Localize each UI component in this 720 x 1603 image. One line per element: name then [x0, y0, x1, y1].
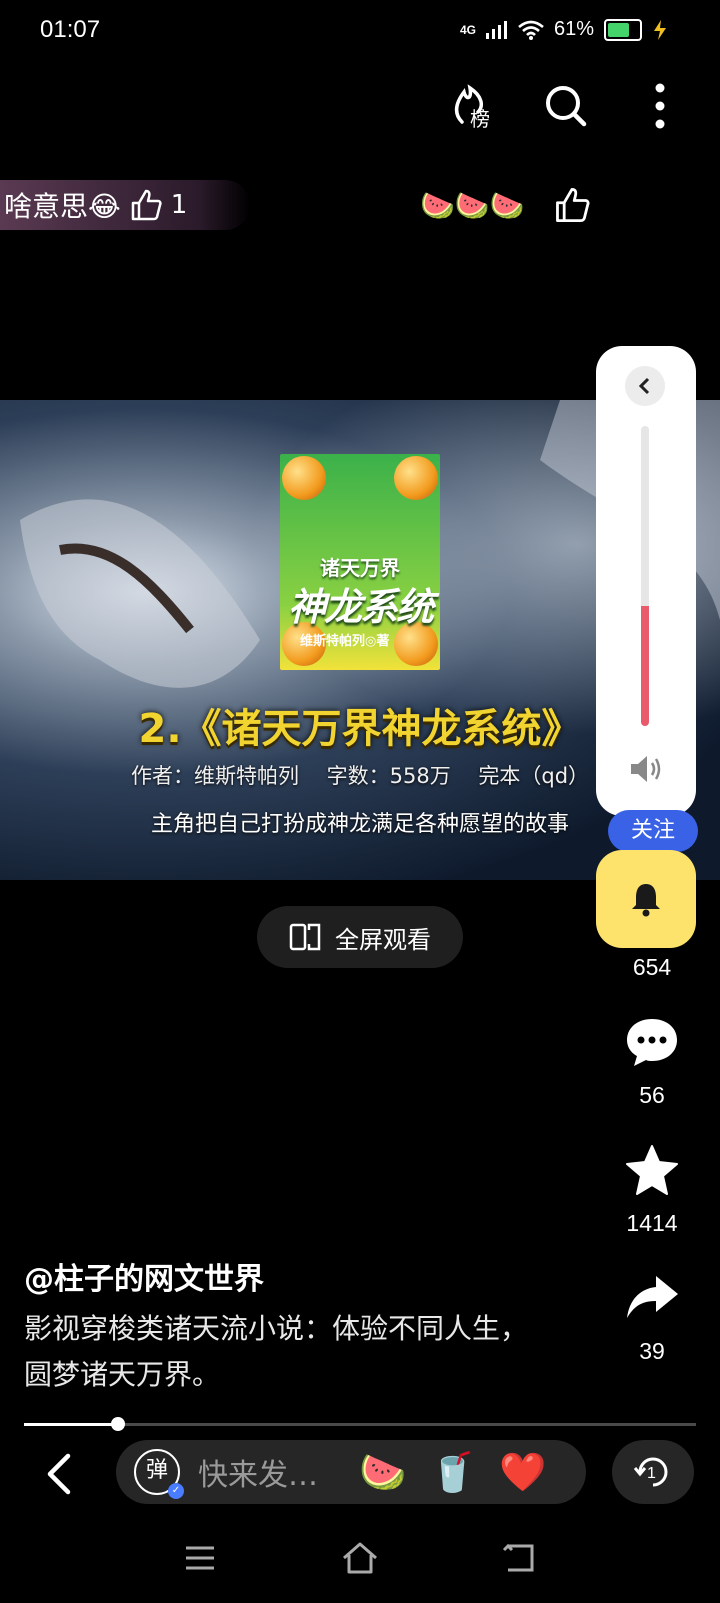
status-icons: 4G 61%	[460, 18, 668, 41]
thumbs-up-icon[interactable]	[129, 188, 163, 222]
book-cover: 诸天万界 神龙系统 维斯特帕列◎著	[280, 454, 440, 670]
favorite-button[interactable]	[624, 1144, 680, 1196]
replay-icon: 1	[633, 1457, 668, 1487]
comment-button[interactable]	[624, 1016, 680, 1068]
back-button[interactable]	[42, 1452, 78, 1496]
emoji-heart-button[interactable]: ❤️	[488, 1450, 558, 1495]
danmaku-toggle-label: 弹	[145, 1458, 168, 1483]
comment-input[interactable]: 快来发…	[198, 1450, 348, 1494]
replay-button[interactable]: 1	[612, 1440, 694, 1504]
favorite-count: 1414	[626, 1210, 678, 1236]
progress-fill	[24, 1423, 119, 1426]
share-button[interactable]	[624, 1272, 680, 1324]
fullscreen-button[interactable]: 全屏观看	[257, 906, 463, 968]
volume-collapse-button[interactable]	[625, 366, 665, 406]
fullscreen-label: 全屏观看	[335, 925, 431, 954]
follow-button[interactable]: 关注	[608, 810, 698, 852]
back-nav-button[interactable]	[500, 1538, 540, 1578]
signal-icon	[485, 20, 507, 39]
ranking-button[interactable]: 榜	[448, 82, 496, 131]
danmaku-text: 啥意思😂	[4, 190, 121, 223]
star-icon	[626, 1145, 678, 1195]
back-nav-icon	[502, 1543, 534, 1572]
more-icon	[655, 83, 665, 129]
bell-icon	[632, 884, 660, 917]
speaker-icon[interactable]	[625, 752, 665, 786]
back-icon	[47, 1453, 71, 1495]
progress-handle[interactable]	[111, 1417, 126, 1431]
more-button[interactable]	[636, 82, 684, 130]
cover-author: 维斯特帕列◎著	[300, 634, 390, 649]
wifi-icon	[518, 20, 544, 40]
share-icon	[627, 1276, 678, 1318]
emoji-drink-button[interactable]: 🥤	[418, 1450, 488, 1495]
ranking-label: 榜	[470, 107, 490, 130]
comment-icon	[627, 1019, 677, 1066]
reaction-emojis: 🍉🍉🍉	[420, 188, 525, 222]
emoji-watermelon-button[interactable]: 🍉	[348, 1450, 418, 1495]
home-nav-button[interactable]	[340, 1538, 380, 1578]
share-count: 39	[639, 1338, 665, 1364]
thumbs-up-icon[interactable]	[553, 186, 591, 224]
status-time: 01:07	[40, 16, 101, 43]
battery-icon	[604, 18, 642, 41]
search-button[interactable]	[542, 82, 590, 130]
search-icon	[546, 86, 587, 127]
dragonball-icon	[282, 456, 326, 500]
comment-count: 56	[639, 1082, 665, 1108]
comment-input-bar[interactable]: 弹 ✓ 快来发… 🍉 🥤 ❤️	[116, 1440, 586, 1504]
menu-icon	[186, 1546, 214, 1570]
chevron-left-icon	[638, 377, 650, 395]
danmaku-like-count: 1	[170, 190, 188, 220]
battery-percent: 61%	[553, 18, 594, 40]
like-count: 654	[632, 954, 672, 980]
danmaku-toggle[interactable]: 弹 ✓	[134, 1449, 184, 1499]
notify-button[interactable]	[596, 850, 696, 948]
home-icon	[343, 1542, 377, 1574]
dragonball-icon	[394, 456, 438, 500]
volume-level	[641, 606, 649, 726]
fullscreen-icon	[289, 923, 321, 951]
post-description: 影视穿梭类诸天流小说：体验不同人生，圆梦诸天万界。	[24, 1312, 529, 1391]
danmaku-bubble[interactable]: 啥意思😂 1	[0, 180, 250, 230]
network-label: 4G	[459, 22, 476, 37]
replay-label: 1	[647, 1465, 656, 1482]
check-icon: ✓	[168, 1483, 184, 1499]
author-name[interactable]: @柱子的网文世界	[24, 1254, 264, 1298]
menu-nav-button[interactable]	[180, 1538, 220, 1578]
ranking-icon: 榜	[454, 84, 490, 131]
charging-icon	[654, 19, 666, 40]
reaction-row: 🍉🍉🍉	[420, 186, 591, 224]
cover-title-line2: 神龙系统	[287, 585, 434, 629]
